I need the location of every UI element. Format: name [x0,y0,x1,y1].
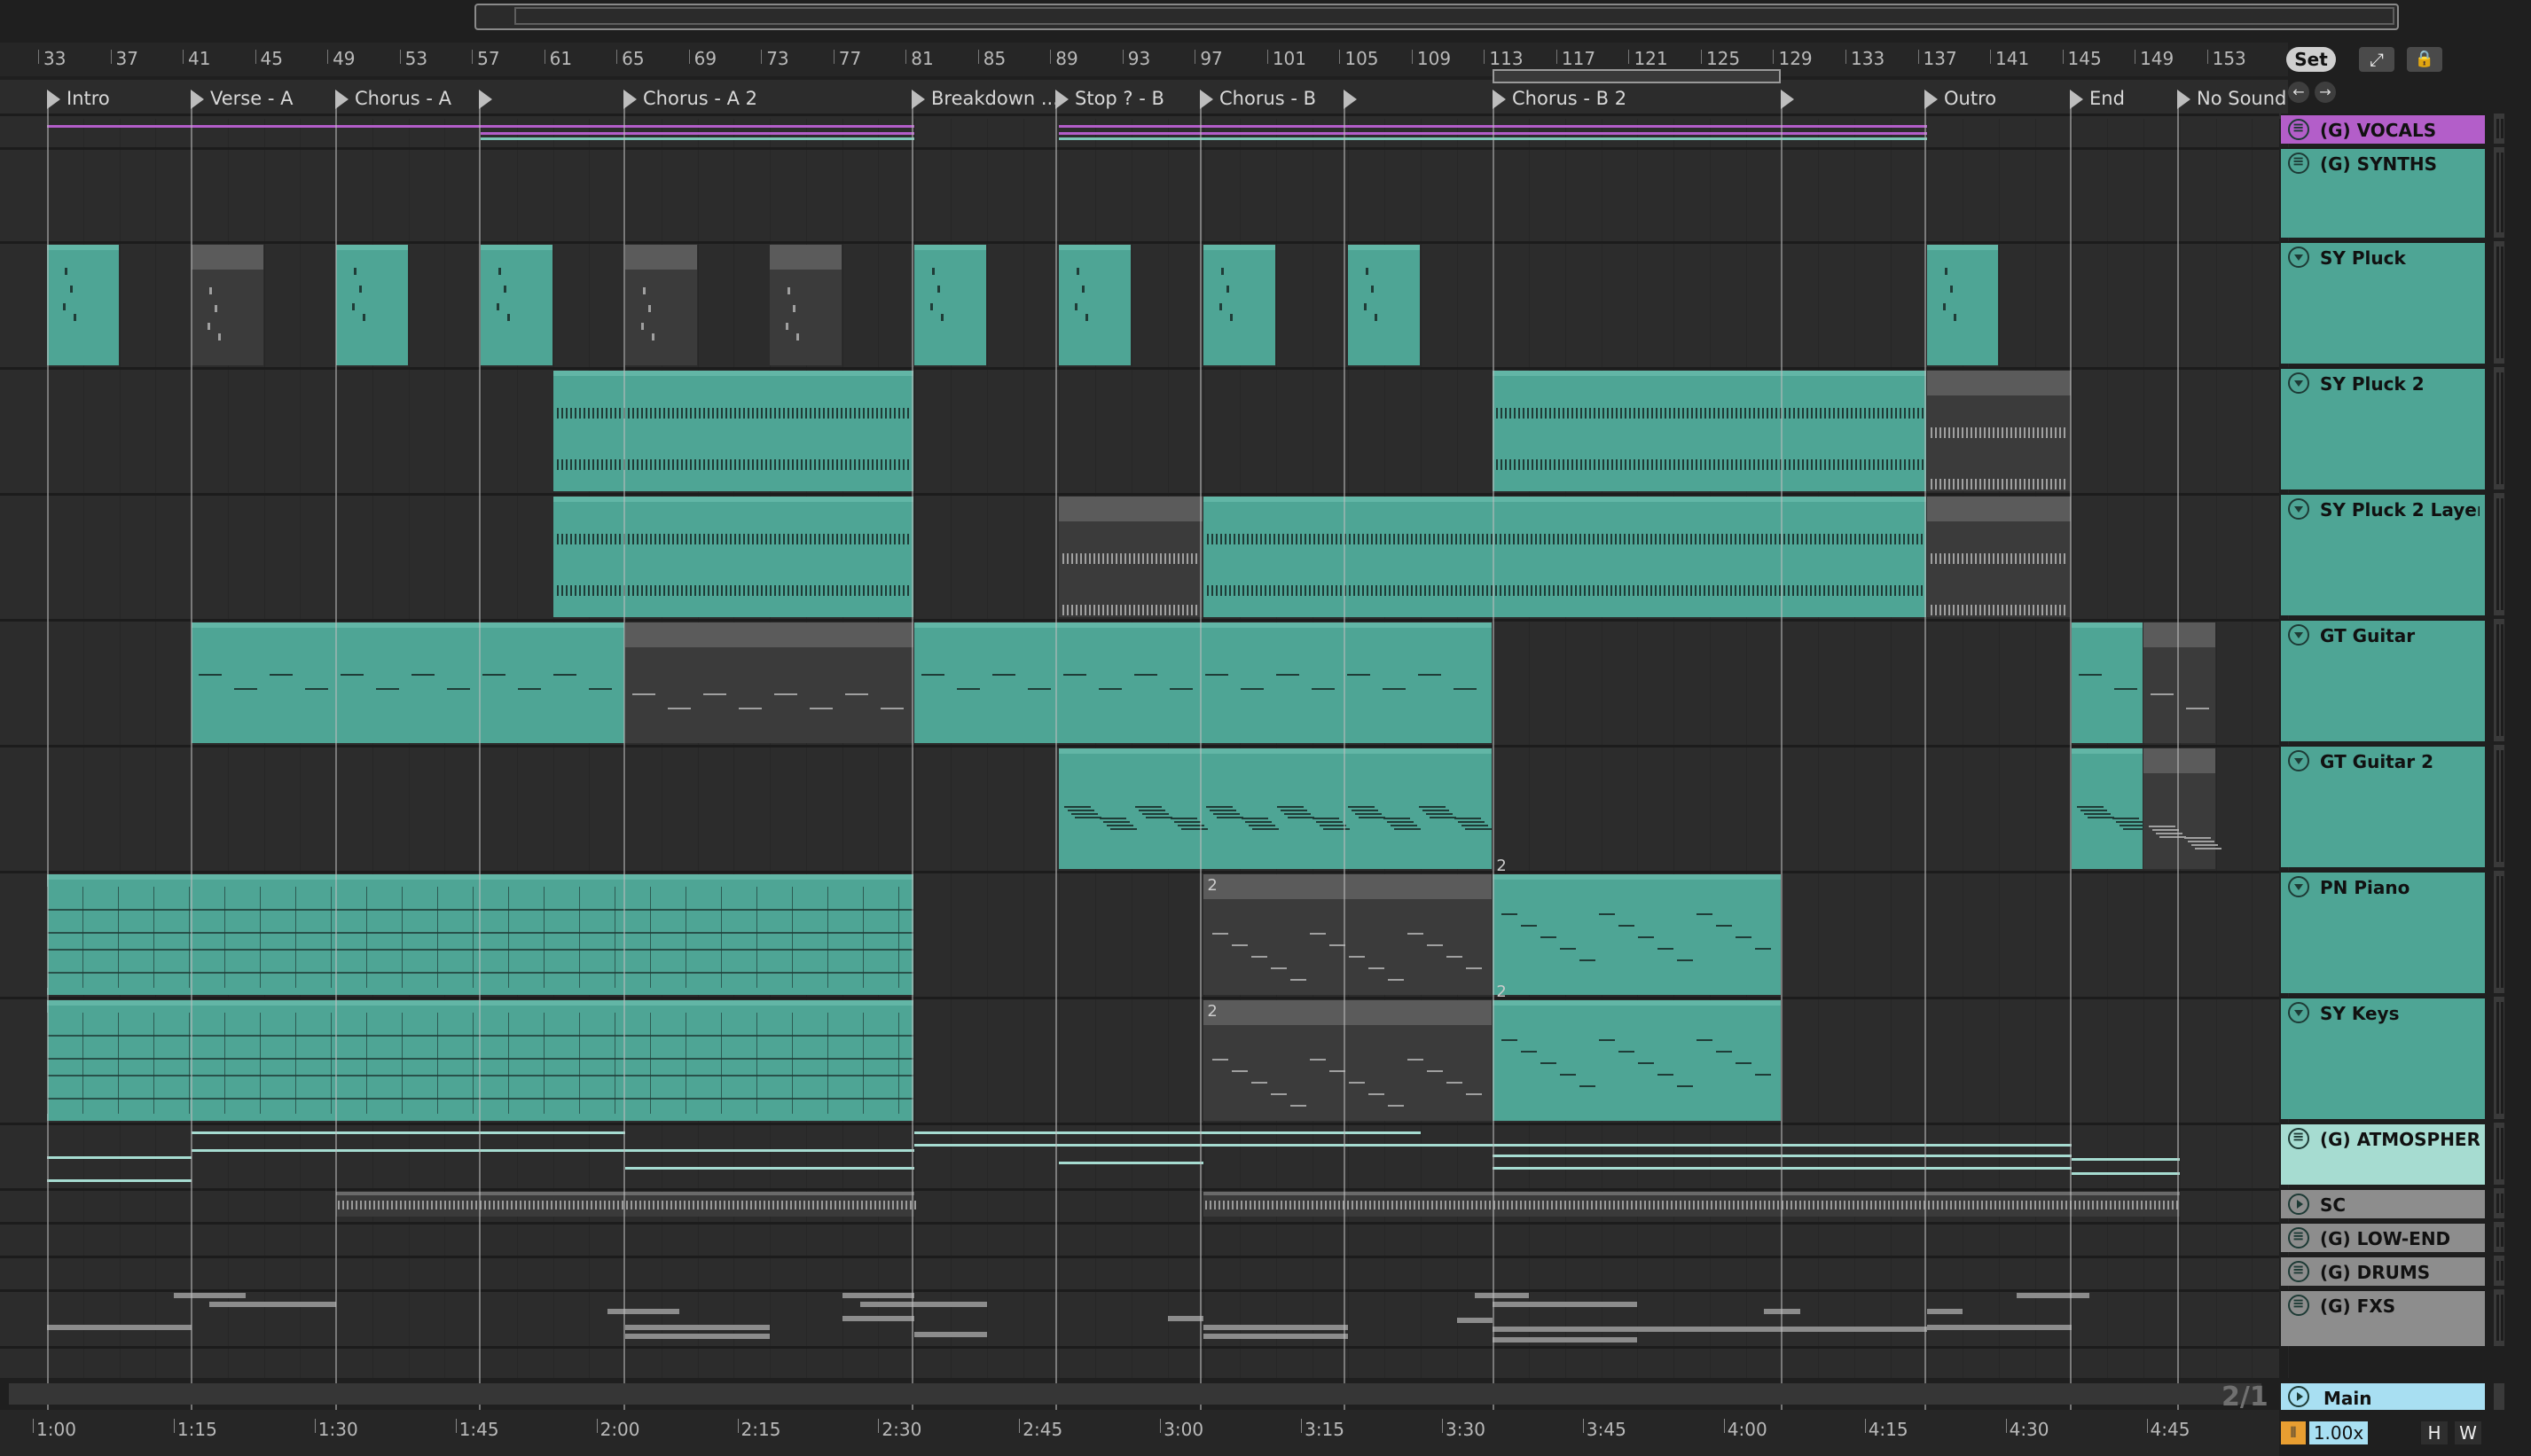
meter-bar [2501,1128,2504,1179]
time-label: 4:30 [2009,1419,2049,1440]
meter-bar [2496,1261,2499,1280]
track-name[interactable]: (G) SYNTHS [2320,153,2480,176]
time-label: 3:30 [1446,1419,1485,1440]
group-icon[interactable] [2288,1295,2309,1316]
time-label: 3:00 [1164,1419,1204,1440]
meter-bar [2496,1002,2499,1114]
time-tick [1723,1419,1725,1433]
fold-icon[interactable] [2288,498,2309,520]
time-label: 1:30 [317,1419,358,1440]
group-icon[interactable] [2288,1227,2309,1249]
time-tick [33,1419,34,1433]
play-icon[interactable] [2288,1194,2309,1215]
main-track-play-icon[interactable] [2288,1386,2309,1407]
w-button[interactable]: W [2455,1421,2481,1444]
meter-bar [2496,1227,2499,1247]
fold-icon[interactable] [2288,372,2309,394]
meter-bar [2496,119,2499,138]
fold-icon[interactable] [2288,750,2309,771]
time-label: 3:15 [1305,1419,1345,1440]
meter-bar [2501,1261,2504,1280]
h-button[interactable]: H [2421,1421,2448,1444]
time-tick [2005,1419,2007,1433]
time-label: 1:15 [176,1419,217,1440]
time-tick [878,1419,880,1433]
tempo-follow-icon[interactable]: ⫴ [2281,1421,2306,1444]
main-track-meter [2494,1383,2504,1410]
time-tick [173,1419,175,1433]
track-name[interactable]: GT Guitar [2320,624,2480,647]
meter-bar [2496,247,2499,358]
fold-icon[interactable] [2288,1002,2309,1023]
meter-bar [2501,498,2504,610]
fold-icon[interactable] [2288,247,2309,268]
track-name[interactable]: PN Piano [2320,876,2480,899]
group-icon[interactable] [2288,1261,2309,1282]
meter-bar [2496,876,2499,988]
track-name[interactable]: (G) VOCALS [2320,119,2480,142]
time-tick [1301,1419,1303,1433]
track-name[interactable]: (G) LOW-END [2320,1227,2480,1250]
track-name[interactable]: (G) FXS [2320,1295,2480,1318]
main-track-name: Main [2323,1388,2372,1409]
time-tick [1582,1419,1584,1433]
grid-setting[interactable]: 2/1 [2221,1382,2275,1408]
time-label: 3:45 [1586,1419,1626,1440]
time-tick [1442,1419,1443,1433]
fold-icon[interactable] [2288,876,2309,897]
time-tick [1019,1419,1021,1433]
time-label: 2:00 [599,1419,640,1440]
meter-bar [2501,1002,2504,1114]
time-tick [596,1419,598,1433]
time-label: 4:45 [2150,1419,2190,1440]
meter-bar [2501,876,2504,988]
fold-icon[interactable] [2288,624,2309,646]
group-icon[interactable] [2288,1128,2309,1149]
time-label: 1:00 [36,1419,76,1440]
meter-bar [2501,750,2504,862]
meter-bar [2501,624,2504,736]
meter-bar [2501,247,2504,358]
time-tick [1160,1419,1162,1433]
time-label: 1:45 [458,1419,499,1440]
track-name[interactable]: GT Guitar 2 [2320,750,2480,773]
meter-bar [2501,153,2504,232]
time-label: 2:30 [882,1419,922,1440]
group-icon[interactable] [2288,119,2309,140]
time-tick [737,1419,739,1433]
group-icon[interactable] [2288,153,2309,174]
time-label: 4:15 [1868,1419,1908,1440]
meter-bar [2496,1295,2499,1341]
meter-bar [2496,750,2499,862]
track-name[interactable]: SY Pluck [2320,247,2480,270]
time-tick [455,1419,457,1433]
track-name[interactable]: SY Pluck 2 [2320,372,2480,395]
meter-bar [2501,1194,2504,1213]
meter-bar [2496,372,2499,484]
meter-bar [2501,119,2504,138]
scroll-bar-horizontal[interactable] [9,1383,2261,1405]
time-tick [2146,1419,2148,1433]
track-name[interactable]: (G) DRUMS [2320,1261,2480,1284]
meter-bar [2496,1128,2499,1179]
track-name[interactable]: SY Keys [2320,1002,2480,1025]
time-tick [1864,1419,1866,1433]
track-name[interactable]: SC [2320,1194,2480,1217]
meter-bar [2496,153,2499,232]
time-label: 2:45 [1023,1419,1063,1440]
meter-bar [2501,1227,2504,1247]
meter-bar [2496,1194,2499,1213]
meter-bar [2496,498,2499,610]
meter-bar [2501,372,2504,484]
track-name[interactable]: (G) ATMOSPHERE [2320,1128,2480,1151]
time-label: 2:15 [740,1419,781,1440]
meter-bar [2496,624,2499,736]
time-label: 4:00 [1727,1419,1767,1440]
tempo-factor[interactable]: 1.00x [2309,1421,2368,1444]
track-name[interactable]: SY Pluck 2 Layer [2320,498,2480,521]
time-tick [314,1419,316,1433]
meter-bar [2501,1295,2504,1341]
